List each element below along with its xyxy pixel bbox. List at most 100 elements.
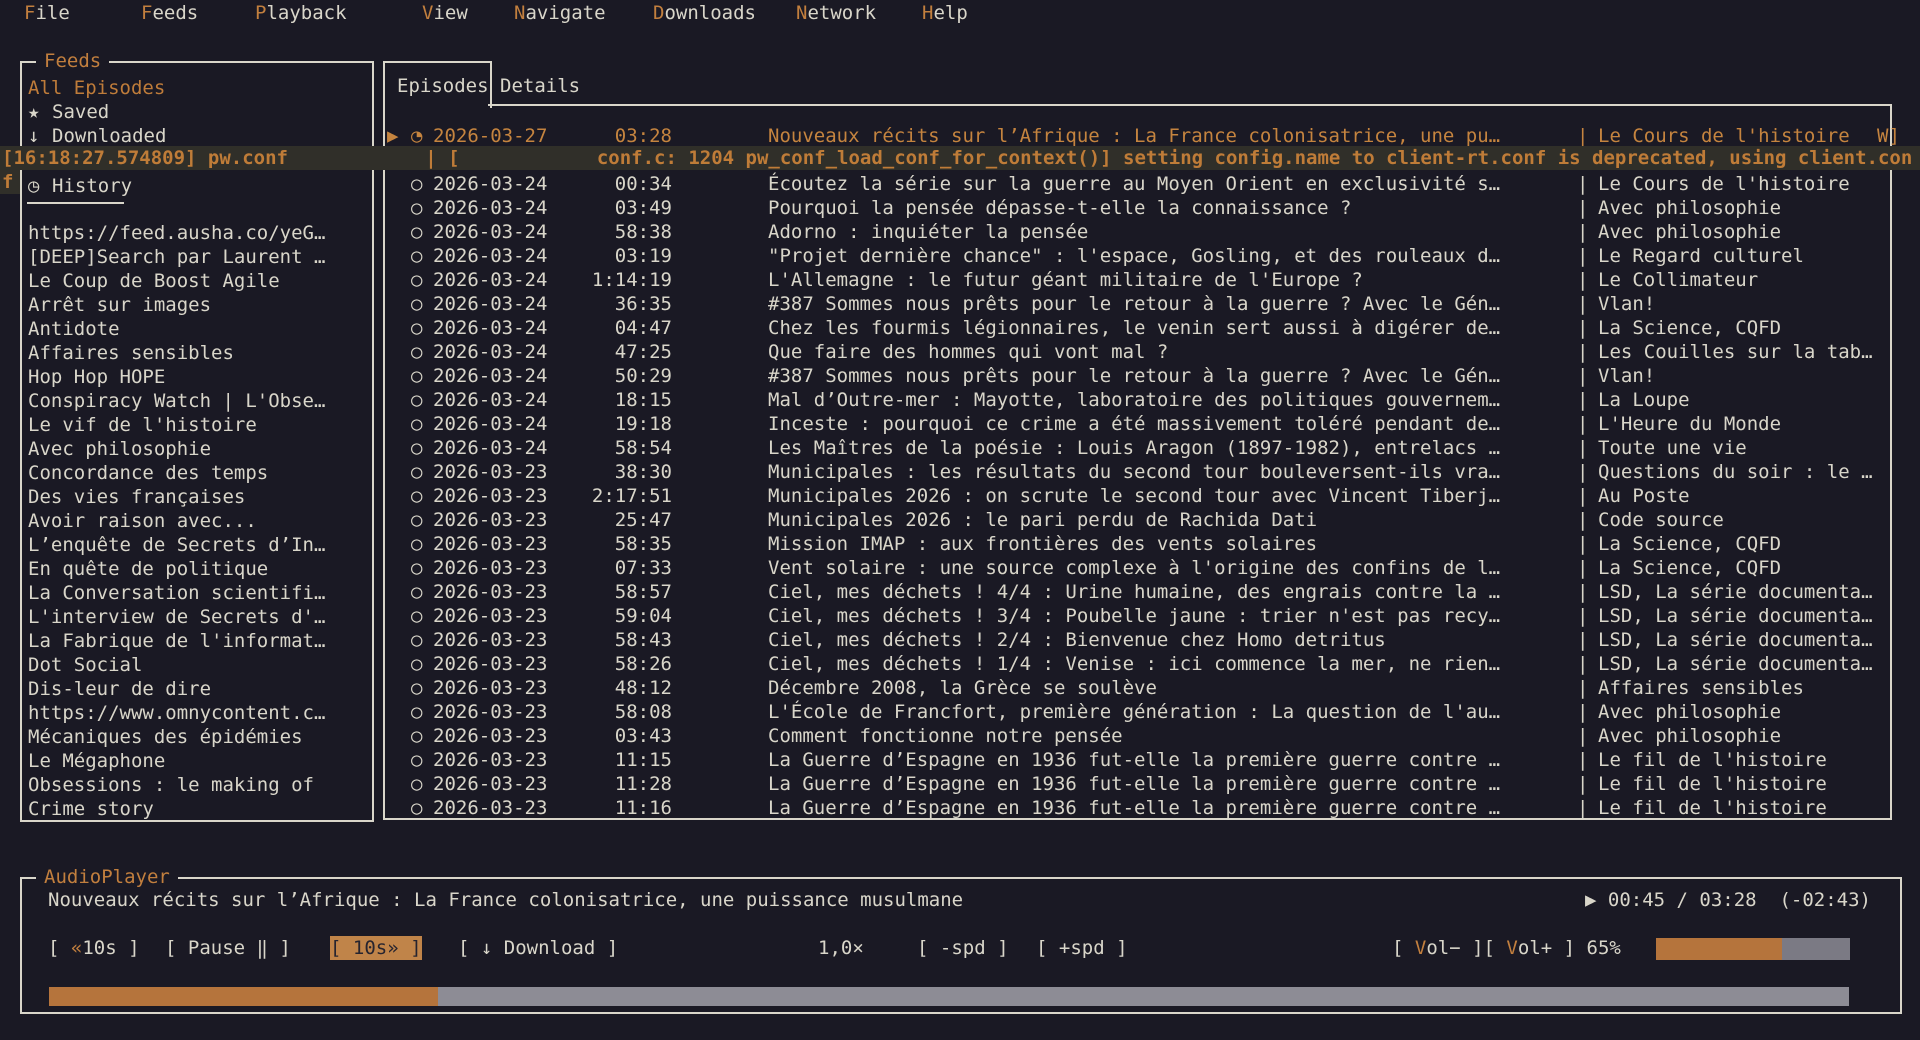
episode-row[interactable]: ○2026-03-2359:04Ciel, mes déchets ! 3/4 …: [387, 604, 1910, 628]
episode-row[interactable]: ○2026-03-2447:25Que faire des hommes qui…: [387, 340, 1910, 364]
episode-row[interactable]: ○2026-03-2311:28La Guerre d’Espagne en 1…: [387, 772, 1910, 796]
column-separator: |: [1577, 244, 1597, 268]
menu-network[interactable]: Network: [796, 1, 876, 25]
episode-duration: 1:14:19: [551, 268, 672, 292]
download-button[interactable]: [ ↓ Download ]: [458, 936, 618, 960]
feeds-item-downloaded[interactable]: ↓Downloaded: [28, 124, 368, 148]
episode-date: 2026-03-23: [433, 748, 551, 772]
episode-row[interactable]: ○2026-03-2303:43Comment fonctionne notre…: [387, 724, 1910, 748]
episode-row[interactable]: ○2026-03-2311:15La Guerre d’Espagne en 1…: [387, 748, 1910, 772]
speed-down-button[interactable]: [ -spd ]: [917, 936, 1009, 960]
podcast-name: La Science, CQFD: [1598, 556, 1874, 580]
episode-row[interactable]: ○2026-03-241:14:19L'Allemagne : le futur…: [387, 268, 1910, 292]
feed-item[interactable]: Hop Hop HOPE: [28, 365, 368, 389]
column-separator: |: [1577, 436, 1597, 460]
episode-row[interactable]: ○2026-03-2311:16La Guerre d’Espagne en 1…: [387, 796, 1910, 820]
played-state-icon: ○: [411, 532, 435, 556]
episode-duration: 03:43: [551, 724, 672, 748]
speed-up-button[interactable]: [ +spd ]: [1036, 936, 1128, 960]
episode-row[interactable]: ○2026-03-2458:38Adorno : inquiéter la pe…: [387, 220, 1910, 244]
episode-row[interactable]: ○2026-03-2458:54Les Maîtres de la poésie…: [387, 436, 1910, 460]
feed-item[interactable]: Le Coup de Boost Agile: [28, 269, 368, 293]
menu-navigate[interactable]: Navigate: [514, 1, 606, 25]
feed-item[interactable]: https://www.omnycontent.c…: [28, 701, 368, 725]
feed-item[interactable]: Le vif de l'histoire: [28, 413, 368, 437]
feeds-item-history[interactable]: ◷History: [28, 174, 368, 198]
played-state-icon: ○: [411, 484, 435, 508]
episode-duration: 58:43: [551, 628, 672, 652]
menu-help[interactable]: Help: [922, 1, 968, 25]
volume-buttons[interactable]: [ Vol− ][ Vol+ ] 65%: [1392, 936, 1621, 960]
feed-item[interactable]: Mécaniques des épidémies: [28, 725, 368, 749]
feed-item[interactable]: https://feed.ausha.co/yeG…: [28, 221, 368, 245]
forward-10s-button[interactable]: [ 10s» ]: [330, 936, 422, 960]
column-separator: |: [1577, 340, 1597, 364]
episode-row[interactable]: ○2026-03-2358:26Ciel, mes déchets ! 1/4 …: [387, 652, 1910, 676]
feed-item[interactable]: L’enquête de Secrets d’In…: [28, 533, 368, 557]
tab-episodes[interactable]: Episodes: [397, 74, 489, 98]
feeds-item-saved[interactable]: ★Saved: [28, 100, 368, 124]
episode-row[interactable]: ○2026-03-2358:43Ciel, mes déchets ! 2/4 …: [387, 628, 1910, 652]
volume-bar[interactable]: [1656, 938, 1850, 960]
feed-item[interactable]: Le Mégaphone: [28, 749, 368, 773]
episode-row[interactable]: ○2026-03-2419:18Inceste : pourquoi ce cr…: [387, 412, 1910, 436]
episode-row[interactable]: ○2026-03-2348:12Décembre 2008, la Grèce …: [387, 676, 1910, 700]
episode-row[interactable]: ○2026-03-2403:49Pourquoi la pensée dépas…: [387, 196, 1910, 220]
feed-label: Des vies françaises: [28, 486, 245, 508]
episode-row[interactable]: ○2026-03-2358:57Ciel, mes déchets ! 4/4 …: [387, 580, 1910, 604]
podcast-name: Vlan!: [1598, 292, 1874, 316]
volume-bar-fill: [1656, 938, 1782, 960]
feed-item[interactable]: Dis-leur de dire: [28, 677, 368, 701]
feeds-item-all-episodes[interactable]: All Episodes: [28, 76, 368, 100]
feed-item[interactable]: Antidote: [28, 317, 368, 341]
rewind-10s-button[interactable]: [ «10s ]: [48, 936, 140, 960]
tab-details[interactable]: Details: [500, 74, 580, 98]
feed-item[interactable]: Avec philosophie: [28, 437, 368, 461]
feed-label: Obsessions : le making of: [28, 774, 314, 796]
feed-item[interactable]: Dot Social: [28, 653, 368, 677]
episode-row[interactable]: ○2026-03-2403:19"Projet dernière chance"…: [387, 244, 1910, 268]
feed-label: Le Coup de Boost Agile: [28, 270, 280, 292]
episode-title: Ciel, mes déchets ! 4/4 : Urine humaine,…: [768, 580, 1574, 604]
episode-duration: 36:35: [551, 292, 672, 316]
pause-button[interactable]: [ Pause ‖ ]: [165, 936, 291, 960]
episode-title: L'Allemagne : le futur géant militaire d…: [768, 268, 1574, 292]
episode-row[interactable]: ○2026-03-2358:08L'École de Francfort, pr…: [387, 700, 1910, 724]
episode-date: 2026-03-24: [433, 244, 551, 268]
episode-row[interactable]: ○2026-03-2358:35Mission IMAP : aux front…: [387, 532, 1910, 556]
menu-feeds[interactable]: Feeds: [141, 1, 198, 25]
feed-label: L'interview de Secrets d'…: [28, 606, 325, 628]
episode-row[interactable]: ▶◔2026-03-2703:28Nouveaux récits sur l’A…: [387, 124, 1910, 148]
feed-item[interactable]: Des vies françaises: [28, 485, 368, 509]
episode-row[interactable]: ○2026-03-2325:47Municipales 2026 : le pa…: [387, 508, 1910, 532]
feed-item[interactable]: La Fabrique de l'informat…: [28, 629, 368, 653]
menu-playback[interactable]: Playback: [255, 1, 347, 25]
episode-row[interactable]: ○2026-03-2400:34Écoutez la série sur la …: [387, 172, 1910, 196]
episode-date: 2026-03-24: [433, 340, 551, 364]
menu-view[interactable]: View: [422, 1, 468, 25]
feeds-divider: [27, 202, 124, 204]
feed-item[interactable]: Concordance des temps: [28, 461, 368, 485]
feed-item[interactable]: En quête de politique: [28, 557, 368, 581]
log-line-wrap-char: f: [0, 170, 20, 194]
episode-row[interactable]: ○2026-03-2338:30Municipales : les résult…: [387, 460, 1910, 484]
feed-item[interactable]: Conspiracy Watch | L'Obse…: [28, 389, 368, 413]
episode-row[interactable]: ○2026-03-2418:15Mal d’Outre-mer : Mayott…: [387, 388, 1910, 412]
menu-downloads[interactable]: Downloads: [653, 1, 756, 25]
feed-item[interactable]: La Conversation scientifi…: [28, 581, 368, 605]
feed-item[interactable]: Affaires sensibles: [28, 341, 368, 365]
episode-row[interactable]: ○2026-03-2450:29#387 Sommes nous prêts p…: [387, 364, 1910, 388]
feed-item[interactable]: L'interview de Secrets d'…: [28, 605, 368, 629]
episode-row[interactable]: ○2026-03-2404:47Chez les fourmis légionn…: [387, 316, 1910, 340]
episode-row[interactable]: ○2026-03-2436:35#387 Sommes nous prêts p…: [387, 292, 1910, 316]
episode-row[interactable]: ○2026-03-232:17:51Municipales 2026 : on …: [387, 484, 1910, 508]
episode-row[interactable]: ○2026-03-2307:33Vent solaire : une sourc…: [387, 556, 1910, 580]
feed-item[interactable]: Obsessions : le making of: [28, 773, 368, 797]
feed-item[interactable]: Avoir raison avec...: [28, 509, 368, 533]
feed-item[interactable]: Crime story: [28, 797, 368, 821]
episode-duration: 58:54: [551, 436, 672, 460]
seek-bar[interactable]: [49, 987, 1849, 1006]
feed-item[interactable]: Arrêt sur images: [28, 293, 368, 317]
menu-file[interactable]: File: [24, 1, 70, 25]
feed-item[interactable]: [DEEP]Search par Laurent …: [28, 245, 368, 269]
